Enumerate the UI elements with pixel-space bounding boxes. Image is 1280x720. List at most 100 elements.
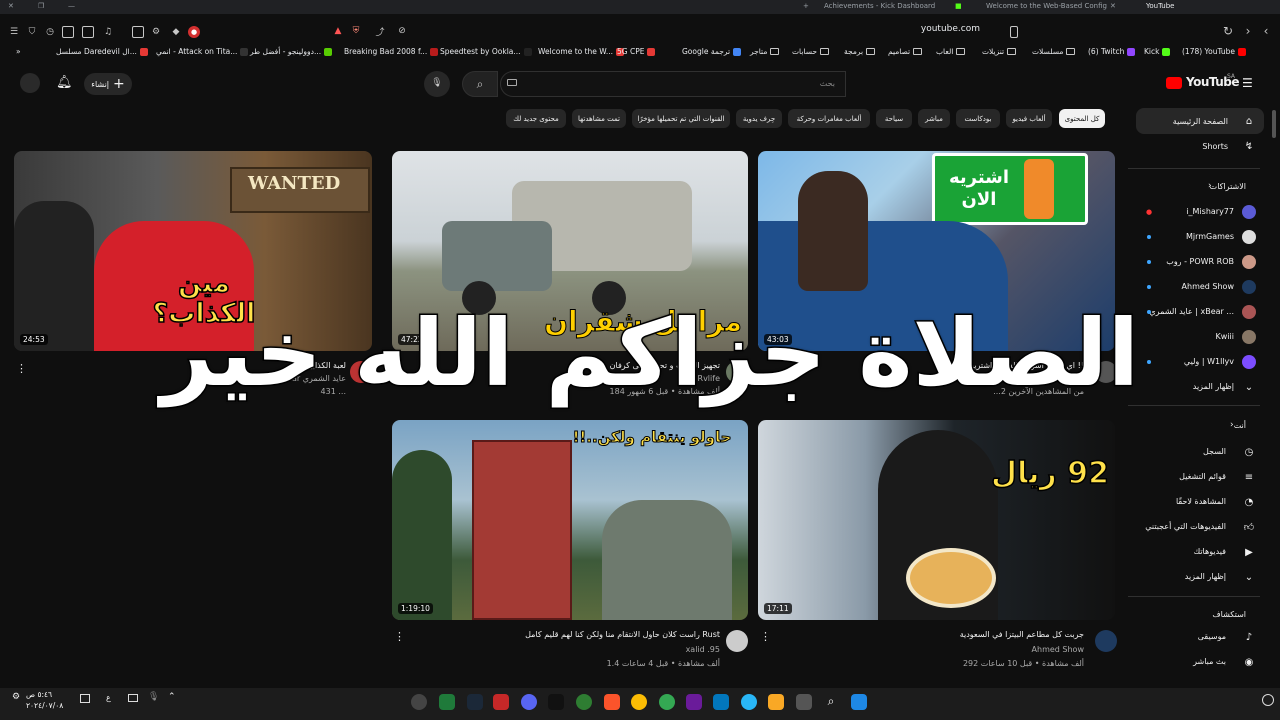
- play-icon[interactable]: [439, 694, 455, 710]
- windows-start-icon[interactable]: [851, 694, 867, 710]
- bookmark-icon[interactable]: [1010, 26, 1018, 38]
- sidebar-sub-5[interactable]: عايد الشمري | xBear ...: [1149, 307, 1234, 316]
- chip-watched[interactable]: تمت مشاهدتها: [572, 109, 626, 128]
- tab-youtube[interactable]: YouTube: [1146, 2, 1174, 10]
- share-icon[interactable]: ⤴: [374, 25, 386, 38]
- video-thumbnail[interactable]: 92 ريال 17:11: [758, 420, 1115, 620]
- bookmark-folder-accounts[interactable]: حسابات: [792, 47, 830, 56]
- sidebar-show-more-you[interactable]: إظهار المزيد: [1185, 572, 1226, 581]
- sidebar-sub-1[interactable]: i_Mishary77: [1186, 207, 1234, 216]
- bookmark-folder-programming[interactable]: برمجة: [844, 47, 876, 56]
- restore-window-icon[interactable]: ❐: [38, 2, 44, 10]
- address-bar[interactable]: ▲ ⛨ ⤴ ⊘ youtube.com: [330, 22, 1020, 40]
- language-icon[interactable]: ع: [106, 693, 111, 702]
- sidebar-sub-4[interactable]: Ahmed Show: [1182, 282, 1234, 291]
- bookmark-folder-games[interactable]: العاب: [936, 47, 966, 56]
- youtube-logo-icon[interactable]: [1166, 77, 1182, 89]
- bookmark-welcome[interactable]: Welcome to the W...: [538, 47, 625, 56]
- sidebar-item-liked-videos[interactable]: الفيديوهات التي أعجبتني: [1145, 522, 1226, 531]
- screen-icon[interactable]: [80, 694, 90, 703]
- minimize-window-icon[interactable]: —: [68, 2, 75, 10]
- system-tray-icon[interactable]: ⚙: [12, 692, 20, 702]
- video-title[interactable]: راست كلان حاول الانتقام منا ولكن كنا لهم…: [525, 630, 720, 639]
- sidebar-icon[interactable]: [82, 26, 94, 38]
- mic-icon[interactable]: 🎙︎: [148, 692, 159, 702]
- new-tab-icon[interactable]: +: [803, 2, 809, 10]
- hamburger-menu-icon[interactable]: ☰: [1242, 76, 1253, 90]
- sidebar-item-your-videos[interactable]: فيديوهاتك: [1194, 547, 1226, 556]
- shorts-icon[interactable]: ↯: [1242, 139, 1256, 153]
- chip-travel[interactable]: سياحة: [876, 109, 912, 128]
- channel-name[interactable]: Ahmed Show: [1032, 645, 1084, 654]
- chip-video-games[interactable]: ألعاب فيديو: [1006, 109, 1052, 128]
- bookmark-breaking-bad[interactable]: Breaking Bad 2008 f...: [344, 47, 439, 56]
- bookmark-google-translate[interactable]: Google ترجمة: [682, 47, 742, 56]
- url-text[interactable]: youtube.com: [921, 24, 980, 34]
- bookmark-5g-cpe[interactable]: 5G CPE: [617, 47, 656, 56]
- avatar[interactable]: [20, 73, 40, 93]
- no-image-icon[interactable]: ⊘: [396, 25, 408, 37]
- sidebar-sub-2[interactable]: MjrmGames: [1186, 232, 1234, 241]
- tab-kick-dashboard[interactable]: Achievements - Kick Dashboard: [824, 2, 935, 10]
- edge-icon[interactable]: [741, 694, 757, 710]
- voice-search-button[interactable]: 🎙︎: [424, 71, 450, 97]
- notification-icon[interactable]: [1262, 694, 1274, 706]
- bookmark-folder-series[interactable]: مسلسلات: [1032, 47, 1076, 56]
- you-heading[interactable]: أنت: [1234, 421, 1246, 430]
- history-icon[interactable]: ◷: [44, 26, 56, 38]
- close-window-icon[interactable]: ✕: [8, 2, 14, 10]
- keyboard-icon[interactable]: [507, 79, 517, 86]
- sidebar-item-music[interactable]: موسيقى: [1198, 632, 1226, 641]
- sidebar-sub-7[interactable]: وليي | W1llyv: [1184, 357, 1234, 366]
- chip-new-to-you[interactable]: محتوى جديد لك: [506, 109, 566, 128]
- bookmark-folder-designs[interactable]: تصاميم: [888, 47, 923, 56]
- shield-icon[interactable]: ⛉: [26, 26, 38, 38]
- forward-icon[interactable]: ›: [1242, 24, 1254, 38]
- avatar[interactable]: [726, 630, 748, 652]
- brave-icon[interactable]: [604, 694, 620, 710]
- more-options-icon[interactable]: ⋮: [394, 630, 405, 643]
- create-button[interactable]: إنشاء +: [84, 73, 132, 95]
- video-thumbnail[interactable]: حاولو ينتقام ولكن..!! 1:19:10: [392, 420, 748, 620]
- sidebar-show-more-subs[interactable]: إظهار المزيد: [1193, 382, 1234, 391]
- keyboard-icon[interactable]: [128, 694, 138, 702]
- sidebar-item-history[interactable]: السجل: [1203, 447, 1226, 456]
- bookmark-twitch[interactable]: (6) Twitch: [1088, 47, 1136, 56]
- sidebar-scrollbar[interactable]: [1272, 110, 1276, 138]
- bookmark-folder-downloads[interactable]: تنزيلات: [982, 47, 1017, 56]
- back-icon[interactable]: ‹: [1260, 24, 1272, 38]
- settings-icon[interactable]: ⚙: [150, 26, 162, 38]
- bookmark-speedtest[interactable]: Speedtest by Ookla...: [440, 47, 532, 56]
- more-bookmarks-icon[interactable]: »: [16, 47, 21, 56]
- chrome-icon[interactable]: [659, 694, 675, 710]
- steam-icon[interactable]: [467, 694, 483, 710]
- file-explorer-icon[interactable]: [768, 694, 784, 710]
- tab-close-icon[interactable]: ✕: [1110, 2, 1116, 10]
- music-icon[interactable]: ♫: [102, 26, 114, 38]
- bookmark-kick[interactable]: Kick: [1144, 47, 1171, 56]
- extension-icon[interactable]: ◆: [170, 26, 182, 38]
- tab-web-config[interactable]: Welcome to the Web-Based Config: [986, 2, 1107, 10]
- more-options-icon[interactable]: ⋮: [16, 362, 27, 375]
- record-icon[interactable]: ●: [188, 26, 200, 38]
- channel-name[interactable]: xalid .95: [686, 645, 720, 654]
- sidebar-sub-6[interactable]: Kwiii: [1216, 332, 1234, 341]
- bookmark-youtube[interactable]: (178) YouTube: [1182, 47, 1247, 56]
- screenshot-icon[interactable]: [132, 26, 144, 38]
- video-title[interactable]: جربت كل مطاعم البيتزا في السعودية: [960, 630, 1084, 639]
- subscriptions-heading[interactable]: الاشتراكات: [1210, 182, 1246, 191]
- discord-icon[interactable]: [521, 694, 537, 710]
- bookmark-folder-stores[interactable]: متاجر: [750, 47, 780, 56]
- chip-crafts[interactable]: حِرف يدوية: [736, 109, 782, 128]
- menu-icon[interactable]: ☰: [8, 26, 20, 38]
- chip-all[interactable]: كل المحتوى: [1059, 109, 1105, 128]
- terminal-icon[interactable]: [548, 694, 564, 710]
- netflix-icon[interactable]: [493, 694, 509, 710]
- search-input[interactable]: بحث: [500, 71, 846, 97]
- notifications-bell-icon[interactable]: 🔔︎: [56, 75, 73, 90]
- taskbar-time[interactable]: ٥:٤٦ ص: [26, 690, 52, 699]
- bookmark-duolingo[interactable]: دوولينجو - أفضل طر...: [250, 47, 333, 56]
- tabs-icon[interactable]: [62, 26, 74, 38]
- app-icon[interactable]: [576, 694, 592, 710]
- brave-shield-icon[interactable]: ⛨: [350, 25, 362, 37]
